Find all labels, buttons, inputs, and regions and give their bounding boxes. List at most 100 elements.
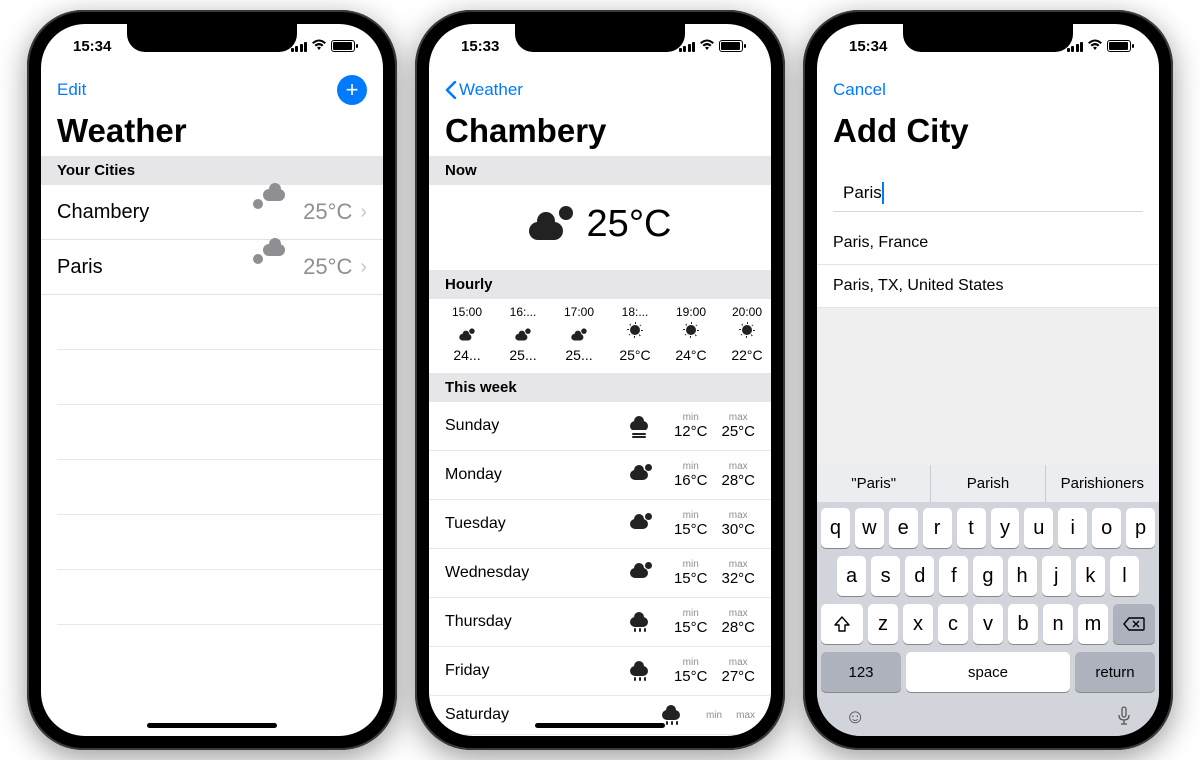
- week-row: Sunday min12°C max25°C: [429, 402, 771, 451]
- hour-label: 17:00: [551, 305, 607, 319]
- dictation-key[interactable]: [1117, 706, 1131, 732]
- key-n[interactable]: n: [1043, 604, 1073, 644]
- empty-area: [817, 308, 1159, 465]
- edit-button[interactable]: Edit: [57, 80, 86, 100]
- key-s[interactable]: s: [871, 556, 900, 596]
- cancel-button[interactable]: Cancel: [833, 80, 886, 100]
- space-key[interactable]: space: [906, 652, 1070, 692]
- key-q[interactable]: q: [821, 508, 850, 548]
- status-time: 15:33: [461, 38, 499, 55]
- key-a[interactable]: a: [837, 556, 866, 596]
- hour-label: 18:...: [607, 305, 663, 319]
- keyboard-suggestion[interactable]: "Paris": [817, 465, 931, 502]
- numbers-key[interactable]: 123: [821, 652, 901, 692]
- wifi-icon: [311, 39, 327, 53]
- chevron-right-icon: ›: [360, 256, 367, 279]
- search-result[interactable]: Paris, France: [817, 222, 1159, 265]
- week-day: Sunday: [445, 417, 624, 435]
- keyboard-suggestion[interactable]: Parish: [931, 465, 1045, 502]
- key-i[interactable]: i: [1058, 508, 1087, 548]
- hour-temp: 22°C: [719, 347, 771, 363]
- key-t[interactable]: t: [957, 508, 986, 548]
- search-result[interactable]: Paris, TX, United States: [817, 265, 1159, 308]
- week-row: Monday min16°C max28°C: [429, 451, 771, 500]
- cloud-sun-icon: [515, 330, 530, 341]
- min-temp: 15°C: [674, 619, 708, 636]
- key-g[interactable]: g: [973, 556, 1002, 596]
- city-row[interactable]: Chambery 25°C ›: [41, 185, 383, 240]
- cloud-sun-icon: [459, 330, 474, 341]
- hour-label: 19:00: [663, 305, 719, 319]
- key-j[interactable]: j: [1042, 556, 1071, 596]
- key-d[interactable]: d: [905, 556, 934, 596]
- week-row: Tuesday min15°C max30°C: [429, 500, 771, 549]
- page-title: Weather: [41, 112, 383, 156]
- battery-icon: [719, 40, 743, 52]
- keyboard-suggestion[interactable]: Parishioners: [1046, 465, 1159, 502]
- key-h[interactable]: h: [1008, 556, 1037, 596]
- delete-key[interactable]: [1113, 604, 1155, 644]
- key-z[interactable]: z: [868, 604, 898, 644]
- key-b[interactable]: b: [1008, 604, 1038, 644]
- add-city-button[interactable]: +: [337, 75, 367, 105]
- key-o[interactable]: o: [1092, 508, 1121, 548]
- cloud-sun-icon: [630, 470, 648, 480]
- hour-temp: 25...: [551, 347, 607, 363]
- back-button[interactable]: Weather: [445, 80, 523, 100]
- hour-temp: 25...: [495, 347, 551, 363]
- wifi-icon: [1087, 39, 1103, 53]
- home-indicator[interactable]: [147, 723, 277, 728]
- empty-rows: [41, 295, 383, 625]
- min-temp: 16°C: [674, 472, 708, 489]
- notch: [903, 24, 1073, 52]
- hourly-forecast[interactable]: 15:00 24... 16:... 25... 17:00 25... 18:…: [429, 299, 771, 373]
- now-temp: 25°C: [587, 203, 672, 246]
- section-header: Your Cities: [41, 156, 383, 185]
- rain-icon: [630, 666, 648, 676]
- sun-icon: [630, 325, 640, 335]
- week-header: This week: [429, 373, 771, 402]
- key-c[interactable]: c: [938, 604, 968, 644]
- hourly-cell: 17:00 25...: [551, 305, 607, 363]
- max-temp: 25°C: [721, 423, 755, 440]
- notch: [515, 24, 685, 52]
- cloud-sun-icon: [630, 568, 648, 578]
- phone-cities: 15:34 Edit + Weather Your Cities Chamber…: [27, 10, 397, 750]
- key-l[interactable]: l: [1110, 556, 1139, 596]
- cloud-sun-icon: [571, 330, 586, 341]
- emoji-key[interactable]: ☺: [845, 706, 865, 732]
- key-w[interactable]: w: [855, 508, 884, 548]
- now-header: Now: [429, 156, 771, 185]
- return-key[interactable]: return: [1075, 652, 1155, 692]
- week-row: Saturday min max: [429, 696, 771, 735]
- sun-icon: [742, 325, 752, 335]
- home-indicator[interactable]: [535, 723, 665, 728]
- key-k[interactable]: k: [1076, 556, 1105, 596]
- shift-key[interactable]: [821, 604, 863, 644]
- key-v[interactable]: v: [973, 604, 1003, 644]
- status-time: 15:34: [73, 38, 111, 55]
- key-u[interactable]: u: [1024, 508, 1053, 548]
- city-search-input[interactable]: Paris: [833, 174, 1143, 212]
- cloud-sun-icon: [630, 519, 648, 529]
- key-r[interactable]: r: [923, 508, 952, 548]
- hourly-header: Hourly: [429, 270, 771, 299]
- key-x[interactable]: x: [903, 604, 933, 644]
- key-f[interactable]: f: [939, 556, 968, 596]
- min-temp: 15°C: [674, 521, 708, 538]
- hour-label: 15:00: [439, 305, 495, 319]
- key-e[interactable]: e: [889, 508, 918, 548]
- week-row: Friday min15°C max27°C: [429, 647, 771, 696]
- hourly-cell: 15:00 24...: [439, 305, 495, 363]
- week-day: Friday: [445, 662, 624, 680]
- battery-icon: [1107, 40, 1131, 52]
- key-y[interactable]: y: [991, 508, 1020, 548]
- chevron-left-icon: [445, 81, 457, 99]
- page-title: Chambery: [429, 112, 771, 156]
- status-time: 15:34: [849, 38, 887, 55]
- key-m[interactable]: m: [1078, 604, 1108, 644]
- hour-temp: 25°C: [607, 347, 663, 363]
- key-p[interactable]: p: [1126, 508, 1155, 548]
- city-row[interactable]: Paris 25°C ›: [41, 240, 383, 295]
- max-temp: 28°C: [721, 619, 755, 636]
